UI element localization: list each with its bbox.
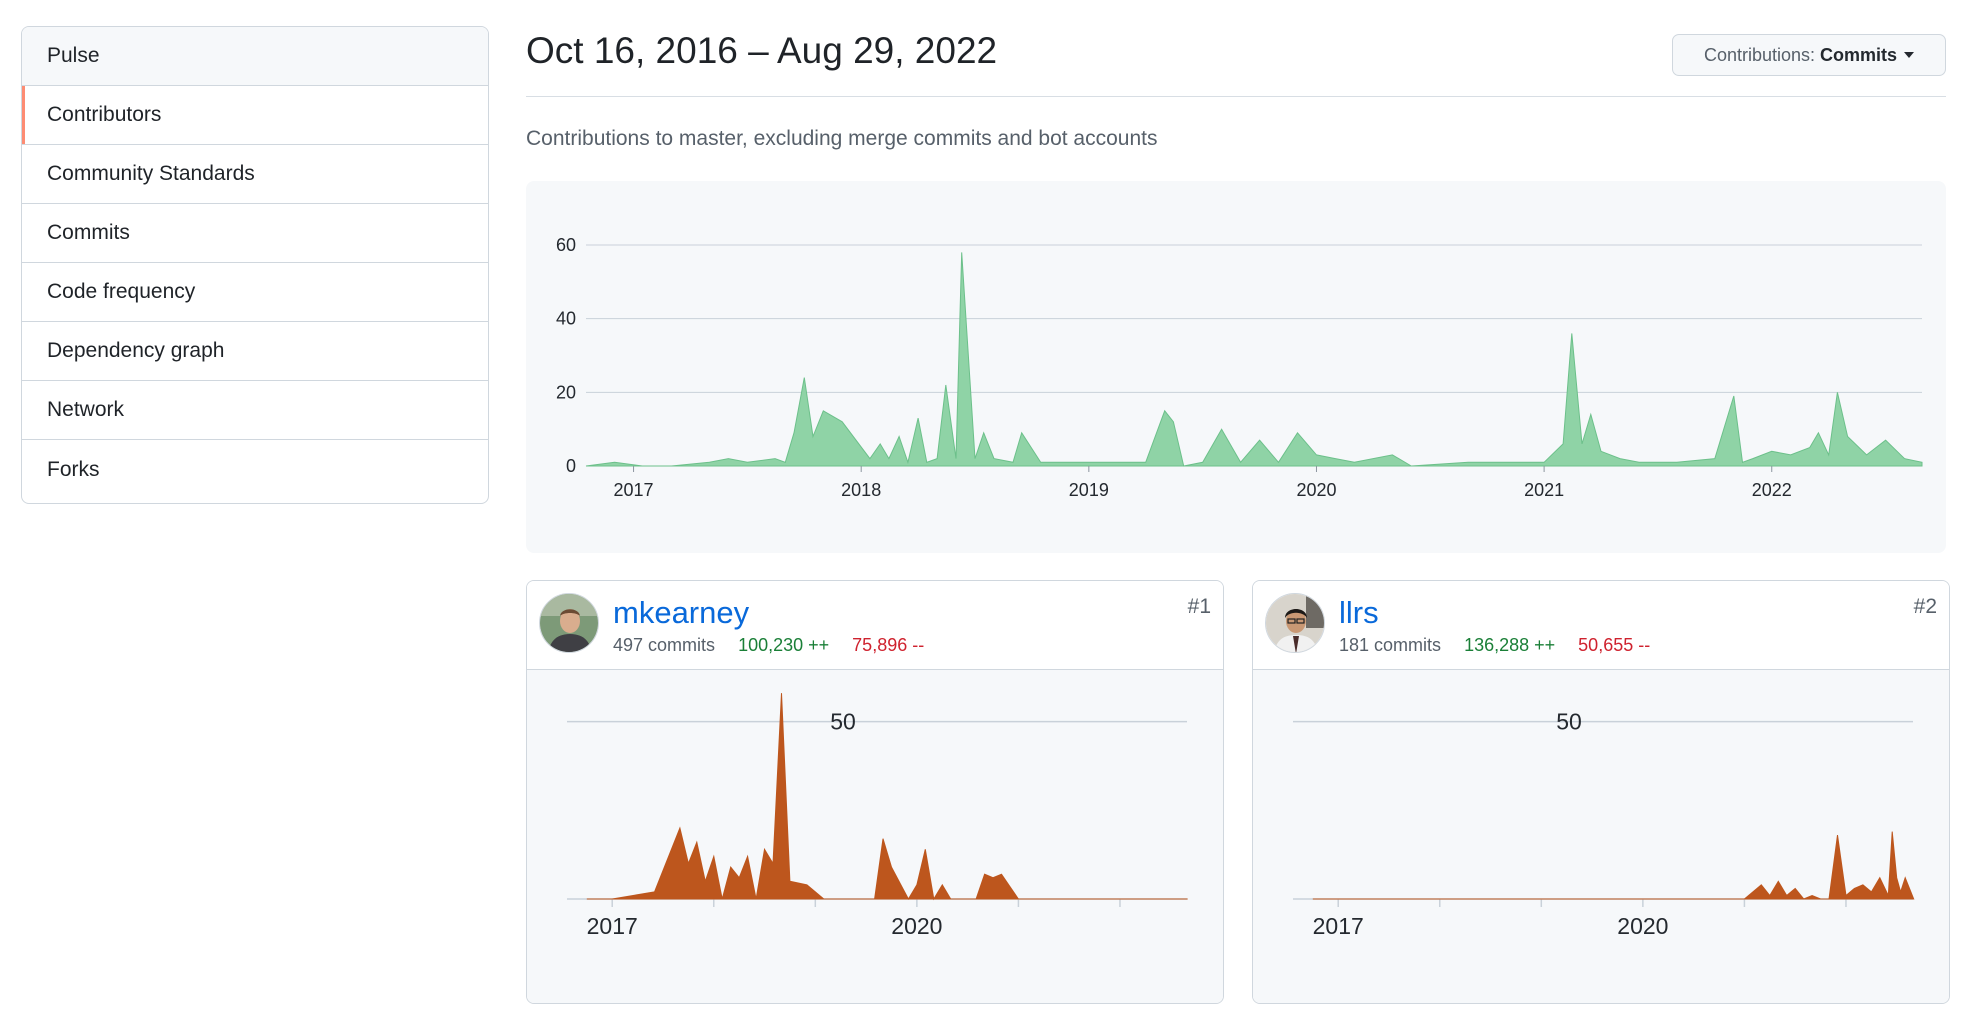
y-tick-label: 20 (556, 382, 576, 402)
contributions-type-dropdown[interactable]: Contributions: Commits (1672, 34, 1946, 76)
x-tick-label: 2017 (614, 480, 654, 500)
contributor-card: mkearney 497 commits 100,230 ++ 75,896 -… (526, 580, 1224, 1004)
sidebar-item-pulse[interactable]: Pulse (22, 27, 488, 86)
dropdown-value: Commits (1820, 44, 1898, 65)
header-divider (526, 96, 1946, 97)
y-tick-label: 50 (830, 709, 856, 735)
x-tick-label: 2021 (1524, 480, 1564, 500)
date-range-title: Oct 16, 2016 – Aug 29, 2022 (526, 30, 998, 71)
x-tick-label: 2017 (1313, 913, 1364, 939)
sidebar-item-dependency-graph[interactable]: Dependency graph (22, 322, 488, 381)
contributor-chart-svg: 50 2017 2020 (567, 693, 1188, 939)
y-tick-label: 0 (566, 456, 576, 476)
y-tick-label: 40 (556, 309, 576, 329)
x-tick-label: 2019 (1069, 480, 1109, 500)
x-tick-label: 2018 (841, 480, 881, 500)
y-tick-label: 60 (556, 235, 576, 255)
insights-sidebar: Pulse Contributors Community Standards C… (21, 26, 489, 504)
contributor-area-series (1312, 831, 1915, 900)
sidebar-item-forks[interactable]: Forks (22, 440, 488, 499)
contributions-chart: 0 20 40 60 2017 2018 2019 2020 2021 2022 (526, 181, 1946, 553)
sidebar-item-contributors[interactable]: Contributors (22, 86, 488, 145)
contributions-subtitle: Contributions to master, excluding merge… (526, 127, 1158, 150)
x-tick-label: 2022 (1752, 480, 1792, 500)
contributor-chart-svg: 50 2017 2020 (1293, 709, 1915, 939)
caret-down-icon (1904, 52, 1915, 58)
x-tick-label: 2020 (891, 913, 942, 939)
sidebar-item-network[interactable]: Network (22, 381, 488, 440)
commits-area-series (585, 252, 1923, 467)
sidebar-item-code-frequency[interactable]: Code frequency (22, 263, 488, 322)
x-tick-label: 2020 (1296, 480, 1336, 500)
x-tick-label: 2020 (1617, 913, 1668, 939)
dropdown-prefix: Contributions: (1703, 44, 1816, 65)
contributor-area-series (586, 693, 1188, 901)
sidebar-item-community-standards[interactable]: Community Standards (22, 145, 488, 204)
y-tick-label: 50 (1556, 709, 1582, 735)
x-tick-label: 2017 (587, 913, 638, 939)
sidebar-item-commits[interactable]: Commits (22, 204, 488, 263)
contributor-card: llrs 181 commits 136,288 ++ 50,655 -- #2… (1252, 580, 1950, 1004)
contributions-chart-svg: 0 20 40 60 2017 2018 2019 2020 2021 2022 (556, 235, 1923, 500)
